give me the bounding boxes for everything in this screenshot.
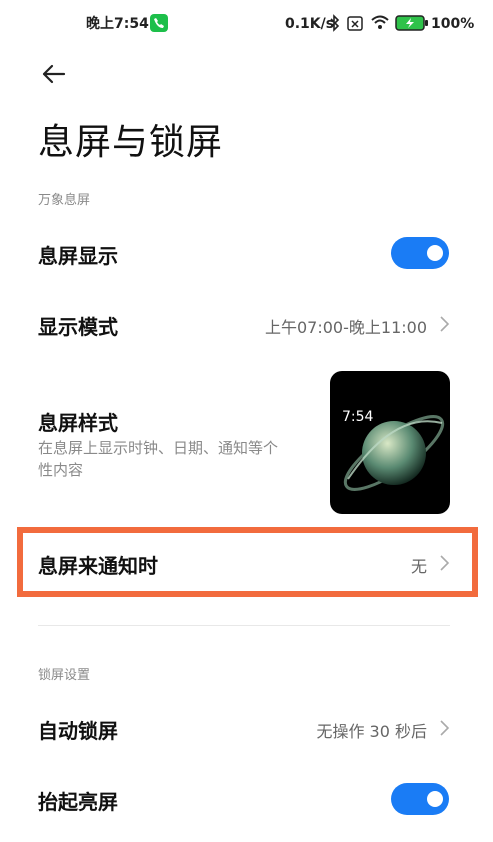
network-speed: 0.1K/s <box>285 16 335 32</box>
wifi-icon <box>370 12 390 36</box>
auto-lock-label: 自动锁屏 <box>38 719 118 743</box>
bluetooth-icon <box>328 13 342 37</box>
back-button[interactable] <box>36 56 72 92</box>
status-bar: 晚上7:54 0.1K/s 100% <box>0 0 493 44</box>
display-mode-value: 上午07:00-晚上11:00 <box>265 318 427 337</box>
chevron-right-icon <box>440 720 450 736</box>
preview-clock: 7:54 <box>342 409 374 425</box>
aod-style-description-line1: 在息屏上显示时钟、日期、通知等个 <box>38 439 279 457</box>
saturn-image <box>343 415 445 491</box>
aod-style-description-line2: 性内容 <box>38 461 84 479</box>
battery-icon <box>395 14 429 36</box>
status-time: 晚上7:54 <box>86 16 149 32</box>
toggle-knob <box>427 245 443 261</box>
chevron-right-icon <box>440 316 450 332</box>
section-header-lock: 锁屏设置 <box>38 668 91 683</box>
highlight-box <box>17 527 478 597</box>
auto-lock-value: 无操作 30 秒后 <box>316 722 427 741</box>
display-mode-label: 显示模式 <box>38 315 118 339</box>
raise-to-wake-toggle[interactable] <box>391 783 449 815</box>
aod-style-preview[interactable]: 7:54 <box>330 371 450 514</box>
page-title: 息屏与锁屏 <box>38 122 224 163</box>
aod-display-row[interactable]: 息屏显示 <box>0 225 493 281</box>
aod-display-toggle[interactable] <box>391 237 449 269</box>
phone-call-icon <box>150 14 168 32</box>
aod-style-label: 息屏样式 <box>38 411 118 435</box>
back-arrow-icon <box>42 64 66 84</box>
sim-off-icon <box>346 13 364 37</box>
raise-to-wake-row[interactable]: 抬起亮屏 <box>0 771 493 827</box>
section-header-aod: 万象息屏 <box>38 193 91 208</box>
auto-lock-row[interactable]: 自动锁屏 无操作 30 秒后 <box>0 700 493 756</box>
raise-to-wake-label: 抬起亮屏 <box>38 790 118 814</box>
aod-display-label: 息屏显示 <box>38 244 118 268</box>
battery-percent: 100% <box>431 16 475 32</box>
display-mode-row[interactable]: 显示模式 上午07:00-晚上11:00 <box>0 296 493 352</box>
toggle-knob <box>427 791 443 807</box>
divider <box>38 625 450 626</box>
